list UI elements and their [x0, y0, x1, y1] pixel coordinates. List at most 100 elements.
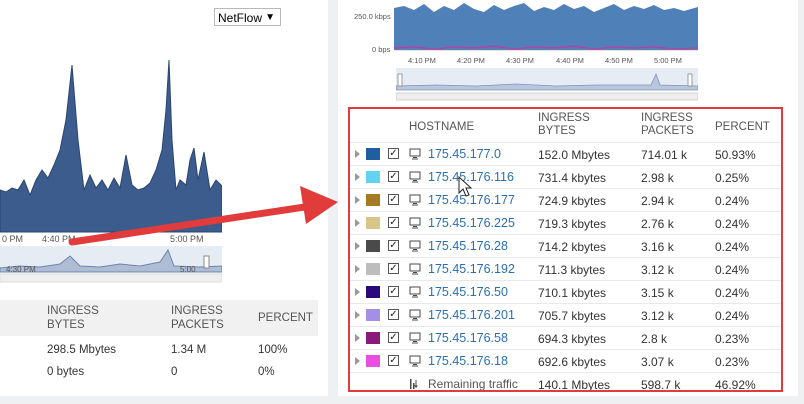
col-header-ingress-packets[interactable]: INGRESS PACKETS	[641, 112, 711, 138]
ingress-packets-cell: 3.15 k	[641, 286, 674, 300]
y-axis-label: 250.0 kbps	[354, 12, 391, 21]
host-row[interactable]: ✓ 175.45.176.18 692.6 kbytes 3.07 k 0.23%	[350, 349, 781, 373]
percent-cell: 0.24%	[715, 194, 750, 208]
time-label: 4:30 PM	[506, 56, 534, 65]
host-row[interactable]: ✓ 175.45.176.177 724.9 kbytes 2.94 k 0.24%	[350, 188, 781, 212]
right-range-navigator[interactable]	[396, 68, 698, 102]
right-main-chart	[394, 3, 698, 51]
series-visibility-checkbox[interactable]: ✓	[388, 286, 399, 297]
time-label: 5:00 PM	[170, 234, 204, 244]
monitor-icon	[409, 171, 421, 183]
percent-cell: 0.23%	[715, 332, 750, 346]
expand-arrow-icon[interactable]	[355, 311, 360, 319]
flow-type-value: NetFlow	[218, 11, 263, 25]
expand-arrow-icon[interactable]	[355, 357, 360, 365]
flow-type-select[interactable]: NetFlow ▼	[214, 8, 281, 26]
col-header-percent[interactable]: PERCENT	[715, 121, 770, 134]
ingress-bytes-cell: 692.6 kbytes	[538, 355, 607, 369]
expand-arrow-icon[interactable]	[355, 288, 360, 296]
hostname-link[interactable]: 175.45.176.192	[428, 262, 515, 276]
ingress-bytes-cell: 152.0 Mbytes	[538, 148, 611, 162]
ingress-packets-cell: 1.34 M	[171, 344, 207, 356]
series-visibility-checkbox[interactable]: ✓	[388, 309, 399, 320]
percent-cell: 0.24%	[715, 240, 750, 254]
series-color-swatch	[366, 355, 380, 367]
hostname-link[interactable]: 175.45.176.50	[428, 285, 508, 299]
series-visibility-checkbox[interactable]: ✓	[388, 217, 399, 228]
hostname-link[interactable]: 175.45.176.58	[428, 331, 508, 345]
hostname-link[interactable]: 175.45.176.225	[428, 216, 515, 230]
hostname-link[interactable]: 175.45.176.116	[428, 170, 514, 184]
ingress-packets-cell: 714.01 k	[641, 148, 688, 162]
host-row[interactable]: ✓ 175.45.176.192 711.3 kbytes 3.12 k 0.24%	[350, 257, 781, 281]
percent-cell: 46.92%	[715, 378, 756, 392]
series-visibility-checkbox[interactable]: ✓	[388, 332, 399, 343]
host-row[interactable]: ✓ 175.45.176.28 714.2 kbytes 3.16 k 0.24%	[350, 234, 781, 258]
ingress-bytes-cell: 0 bytes	[47, 366, 85, 378]
expand-arrow-icon[interactable]	[355, 150, 360, 158]
series-color-swatch	[366, 332, 380, 344]
expand-arrow-icon[interactable]	[355, 196, 360, 204]
ingress-packets-cell: 2.8 k	[641, 332, 668, 346]
monitor-icon	[409, 332, 421, 344]
hostname-link[interactable]: 175.45.176.201	[428, 308, 515, 322]
host-row[interactable]: ✓ 175.45.177.0 152.0 Mbytes 714.01 k 50.93%	[350, 142, 781, 166]
time-label: 4:40 PM	[556, 56, 584, 65]
percent-cell: 0.23%	[715, 355, 750, 369]
monitor-icon	[409, 217, 421, 229]
ingress-packets-cell: 0	[171, 366, 178, 378]
series-visibility-checkbox[interactable]: ✓	[388, 194, 399, 205]
expand-arrow-icon[interactable]	[355, 265, 360, 273]
expand-arrow-icon[interactable]	[355, 173, 360, 181]
series-visibility-checkbox[interactable]: ✓	[388, 355, 399, 366]
hostname-link[interactable]: 175.45.177.0	[428, 147, 501, 161]
monitor-icon	[409, 148, 421, 160]
host-row[interactable]: ✓ 175.45.176.116 731.4 kbytes 2.98 k 0.25%	[350, 165, 781, 189]
col-header-ingress-bytes[interactable]: INGRESS BYTES	[538, 112, 608, 138]
host-row[interactable]: ✓ 175.45.176.50 710.1 kbytes 3.15 k 0.24%	[350, 280, 781, 304]
ingress-packets-cell: 2.94 k	[641, 194, 674, 208]
series-color-swatch	[366, 194, 380, 206]
col-header-hostname[interactable]: HOSTNAME	[409, 121, 474, 134]
ingress-packets-cell: 2.98 k	[641, 171, 674, 185]
time-label: 4:50 PM	[605, 56, 633, 65]
ingress-bytes-cell: 724.9 kbytes	[538, 194, 607, 208]
col-header-ingress-packets[interactable]: INGRESS PACKETS	[171, 304, 241, 332]
mini-time-label: 5:00	[180, 265, 196, 274]
hostname-link[interactable]: 175.45.176.18	[428, 354, 508, 368]
time-label: 5:00 PM	[654, 56, 682, 65]
percent-cell: 0%	[258, 366, 275, 378]
time-label: 4:20 PM	[457, 56, 485, 65]
hostname-link[interactable]: 175.45.176.177	[428, 193, 515, 207]
left-panel: NetFlow ▼ 0 PM 4:40 PM 5:00 PM 4:30 PM 5…	[0, 0, 328, 396]
host-row[interactable]: ✓ 175.45.176.201 705.7 kbytes 3.12 k 0.24%	[350, 303, 781, 327]
percent-cell: 0.25%	[715, 171, 750, 185]
time-label: 4:10 PM	[408, 56, 436, 65]
host-row[interactable]: ✓ 175.45.176.225 719.3 kbytes 2.76 k 0.24%	[350, 211, 781, 235]
expand-arrow-icon[interactable]	[355, 242, 360, 250]
ingress-bytes-cell: 298.5 Mbytes	[47, 344, 117, 356]
series-visibility-checkbox[interactable]: ✓	[388, 171, 399, 182]
series-color-swatch	[366, 240, 380, 252]
hosts-table-header: HOSTNAME INGRESS BYTES INGRESS PACKETS P…	[350, 110, 781, 142]
col-header-ingress-bytes[interactable]: INGRESS BYTES	[47, 304, 117, 332]
series-color-swatch	[366, 217, 380, 229]
series-visibility-checkbox[interactable]: ✓	[388, 148, 399, 159]
ingress-bytes-cell: 731.4 kbytes	[538, 171, 607, 185]
percent-cell: 100%	[258, 344, 288, 356]
expand-arrow-icon[interactable]	[355, 334, 360, 342]
hostname-link[interactable]: 175.45.176.28	[428, 239, 508, 253]
series-color-swatch	[366, 309, 380, 321]
left-main-chart	[0, 59, 222, 233]
ingress-bytes-cell: 705.7 kbytes	[538, 309, 607, 323]
ingress-packets-cell: 3.12 k	[641, 263, 674, 277]
series-visibility-checkbox[interactable]: ✓	[388, 263, 399, 274]
host-row[interactable]: ✓ 175.45.176.58 694.3 kbytes 2.8 k 0.23%	[350, 326, 781, 350]
table-row: 298.5 Mbytes 1.34 M 100%	[0, 340, 318, 362]
table-row: 0 bytes 0 0%	[0, 362, 318, 384]
series-visibility-checkbox[interactable]: ✓	[388, 240, 399, 251]
expand-arrow-icon[interactable]	[355, 219, 360, 227]
monitor-icon	[409, 309, 421, 321]
mini-time-label: 4:30 PM	[6, 265, 36, 274]
col-header-percent[interactable]: PERCENT	[258, 311, 313, 325]
